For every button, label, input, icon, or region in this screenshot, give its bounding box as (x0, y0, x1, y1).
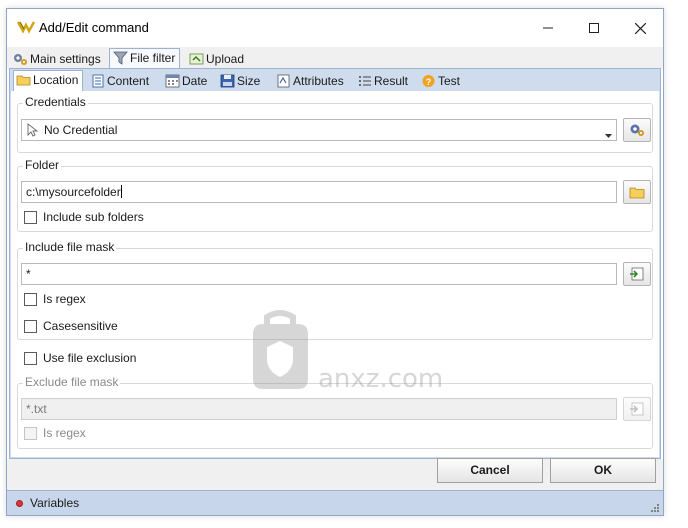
tab-label: Result (374, 74, 409, 88)
tab-upload[interactable]: Upload (186, 50, 248, 69)
document-icon (90, 74, 105, 88)
include-mask-input[interactable]: * (21, 263, 617, 285)
tab-label: Content (107, 74, 150, 88)
checkbox-box (24, 292, 37, 306)
folder-value: c:\mysourcefolder (26, 185, 121, 199)
tab-main-settings[interactable]: Main settings (10, 50, 105, 69)
sub-tab-strip: Location Content Date Size Attributes Re… (10, 69, 660, 92)
tab-content[interactable]: Content (88, 72, 153, 91)
cancel-button[interactable]: Cancel (437, 458, 543, 483)
exclude-mask-editor-button[interactable] (623, 397, 651, 421)
exclude-is-regex-checkbox[interactable]: Is regex (24, 426, 86, 440)
folder-icon (629, 187, 645, 198)
window-title: Add/Edit command (39, 20, 149, 35)
location-content: Credentials No Credential Folder c:\myso… (11, 91, 659, 457)
mask-editor-icon (630, 402, 644, 416)
checkbox-box (24, 319, 37, 333)
mask-editor-icon (630, 267, 644, 281)
credentials-settings-button[interactable] (623, 118, 651, 142)
credentials-label: Credentials (23, 95, 88, 109)
close-button[interactable] (617, 9, 663, 47)
tab-label: Size (237, 74, 261, 88)
ok-button[interactable]: OK (550, 458, 656, 483)
use-file-exclusion-checkbox[interactable]: Use file exclusion (24, 351, 136, 365)
tab-location[interactable]: Location (13, 70, 84, 92)
include-mask-value: * (26, 267, 31, 281)
exclude-mask-input[interactable]: *.txt (21, 398, 617, 420)
folder-input[interactable]: c:\mysourcefolder (21, 181, 617, 203)
browse-folder-button[interactable] (623, 180, 651, 204)
checkbox-label: Is regex (43, 426, 86, 440)
text-caret (120, 185, 122, 198)
exclude-mask-label: Exclude file mask (23, 375, 121, 389)
cursor-icon (27, 123, 39, 140)
tab-label: Main settings (30, 52, 101, 66)
tab-label: Date (182, 74, 208, 88)
tab-date[interactable]: Date (163, 72, 211, 91)
folder-icon (16, 73, 31, 87)
tab-label: Test (438, 74, 461, 88)
upload-icon (189, 52, 204, 66)
list-icon (357, 74, 372, 88)
variables-link[interactable]: Variables (30, 496, 79, 510)
tab-result[interactable]: Result (355, 72, 412, 91)
credentials-value: No Credential (44, 123, 118, 137)
disk-icon (220, 74, 235, 88)
exclude-mask-value: *.txt (26, 402, 47, 416)
status-dot-icon (16, 500, 23, 507)
include-sub-folders-checkbox[interactable]: Include sub folders (24, 210, 144, 224)
app-logo-icon (16, 19, 36, 35)
gears-icon (13, 52, 28, 66)
checkbox-label: Is regex (43, 292, 86, 306)
status-bar: Variables (7, 490, 663, 515)
minimize-button[interactable] (525, 9, 571, 47)
tab-file-filter[interactable]: File filter (109, 48, 181, 70)
help-icon: ? (421, 74, 436, 88)
title-bar: Add/Edit command (7, 9, 663, 47)
calendar-icon (165, 74, 180, 88)
tab-label: Attributes (293, 74, 344, 88)
tab-attributes[interactable]: Attributes (274, 72, 348, 91)
tab-test[interactable]: ? Test (419, 72, 464, 91)
dialog-window: Add/Edit command Main settings File filt… (6, 8, 664, 516)
checkbox-box (24, 351, 37, 365)
checkbox-label: Casesensitive (43, 319, 118, 333)
credentials-select[interactable]: No Credential (21, 119, 617, 141)
resize-grip-icon[interactable] (650, 502, 660, 512)
maximize-button[interactable] (571, 9, 617, 47)
file-filter-panel: Location Content Date Size Attributes Re… (9, 68, 661, 459)
tab-size[interactable]: Size (218, 72, 264, 91)
attributes-icon (276, 74, 291, 88)
svg-text:?: ? (426, 77, 432, 87)
include-mask-editor-button[interactable] (623, 262, 651, 286)
checkbox-label: Use file exclusion (43, 351, 137, 365)
tab-label: Location (33, 73, 79, 87)
checkbox-box (24, 426, 37, 440)
include-mask-label: Include file mask (23, 240, 117, 254)
checkbox-box (24, 210, 37, 224)
case-sensitive-checkbox[interactable]: Casesensitive (24, 319, 118, 333)
include-is-regex-checkbox[interactable]: Is regex (24, 292, 86, 306)
gears-icon (630, 124, 644, 136)
main-tab-strip: Main settings File filter Upload (7, 47, 663, 70)
folder-label: Folder (23, 158, 62, 172)
tab-label: Upload (206, 52, 245, 66)
checkbox-label: Include sub folders (43, 210, 144, 224)
chevron-down-icon (605, 128, 612, 142)
tab-label: File filter (130, 51, 176, 65)
filter-icon (113, 51, 128, 65)
